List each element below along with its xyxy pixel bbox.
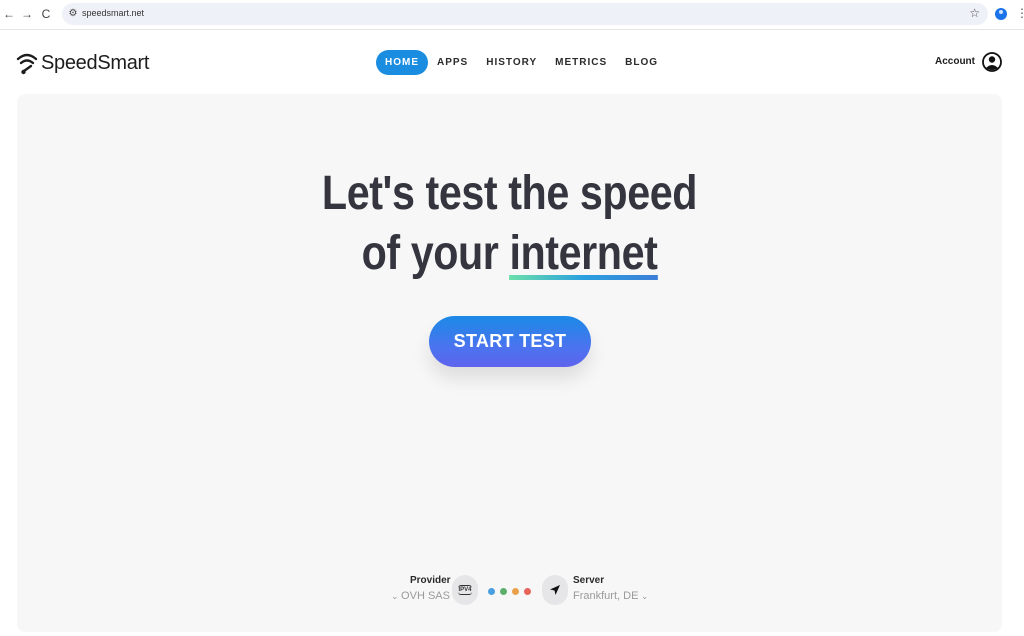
site-logo[interactable]: SpeedSmart <box>16 50 149 76</box>
location-arrow-icon <box>550 585 560 595</box>
reload-icon[interactable]: C <box>39 7 53 21</box>
chevron-down-icon: ⌄ <box>391 591 402 601</box>
ipv4-icon: IPV4 <box>458 585 472 595</box>
status-dot-orange <box>512 588 519 595</box>
headline-line-1: Let's test the speed <box>321 167 698 220</box>
main-nav: HOME APPS HISTORY METRICS BLOG <box>376 50 667 75</box>
ip-version-badge[interactable]: IPV4 <box>452 575 478 605</box>
server-label: Server <box>573 575 605 586</box>
connection-dots <box>488 588 531 595</box>
browser-toolbar: ← → C ⚙ speedsmart.net ☆ ⋮ <box>0 0 1024 30</box>
server-selector[interactable]: Frankfurt, DE ⌄ <box>573 590 648 602</box>
chevron-down-icon: ⌄ <box>638 591 649 601</box>
browser-menu-icon[interactable]: ⋮ <box>1016 6 1024 20</box>
provider-value: OVH SAS <box>401 590 450 602</box>
server-location-button[interactable] <box>542 575 568 605</box>
nav-metrics[interactable]: METRICS <box>546 50 616 75</box>
status-dot-blue <box>488 588 495 595</box>
provider-label: Provider <box>410 575 451 586</box>
account-avatar-icon[interactable] <box>982 51 1002 73</box>
logo-text: SpeedSmart <box>41 51 150 74</box>
server-value: Frankfurt, DE <box>573 590 639 602</box>
address-bar[interactable]: ⚙ speedsmart.net ☆ <box>62 3 988 25</box>
wifi-logo-icon <box>16 53 38 75</box>
provider-selector[interactable]: ⌄ OVH SAS <box>391 590 450 602</box>
back-icon[interactable]: ← <box>2 7 16 21</box>
start-test-button[interactable]: START TEST <box>429 316 591 367</box>
nav-blog[interactable]: BLOG <box>616 50 667 75</box>
nav-home[interactable]: HOME <box>376 50 428 75</box>
headline-prefix: of your <box>361 227 510 280</box>
bookmark-star-icon[interactable]: ☆ <box>969 6 980 20</box>
forward-icon[interactable]: → <box>20 7 34 21</box>
url-text[interactable]: speedsmart.net <box>82 8 144 18</box>
site-info-icon[interactable]: ⚙ <box>66 7 80 21</box>
account-link[interactable]: Account <box>935 56 975 67</box>
speedtest-card: Let's test the speed of your internet ST… <box>17 94 1002 632</box>
status-dot-green <box>500 588 507 595</box>
nav-apps[interactable]: APPS <box>428 50 477 75</box>
browser-profile-icon[interactable] <box>995 8 1007 20</box>
status-dot-red <box>524 588 531 595</box>
hero-headline: Let's test the speed of your internet <box>86 164 933 284</box>
headline-line-2: of your internet <box>86 224 933 284</box>
headline-highlight: internet <box>509 224 658 284</box>
nav-history[interactable]: HISTORY <box>477 50 546 75</box>
